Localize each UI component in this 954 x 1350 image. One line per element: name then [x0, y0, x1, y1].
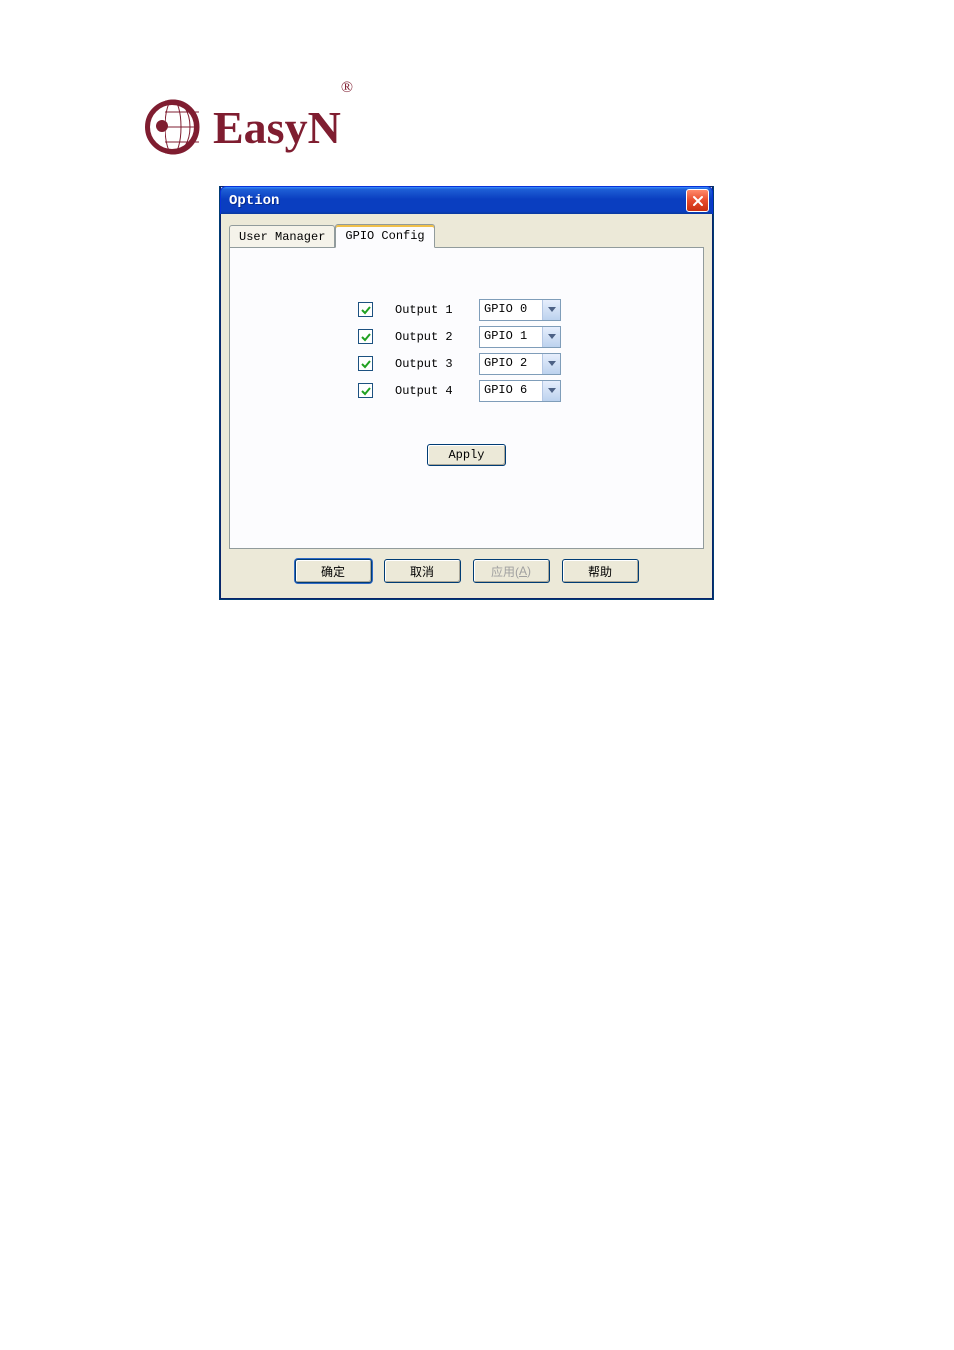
option-dialog: Option User Manager GPIO Config Ou	[219, 186, 714, 600]
cancel-button[interactable]: 取消	[384, 559, 461, 583]
window-title: Option	[229, 193, 279, 209]
check-icon	[361, 386, 371, 396]
chevron-down-icon	[542, 300, 560, 320]
ok-button[interactable]: 确定	[295, 559, 372, 583]
gpio-select-1-value: GPIO 0	[480, 300, 542, 320]
dialog-button-row: 确定 取消 应用(A) 帮助	[229, 549, 704, 585]
client-area: User Manager GPIO Config Output 1 GPIO 0	[220, 214, 713, 599]
gpio-row-3: Output 3 GPIO 2	[358, 350, 683, 377]
gpio-label-1: Output 1	[395, 303, 457, 317]
gpio-row-2: Output 2 GPIO 1	[358, 323, 683, 350]
tab-strip: User Manager GPIO Config	[229, 224, 704, 248]
close-icon	[692, 195, 704, 207]
gpio-select-4-value: GPIO 6	[480, 381, 542, 401]
gpio-select-3-value: GPIO 2	[480, 354, 542, 374]
gpio-apply-button[interactable]: Apply	[427, 444, 505, 466]
brand-logo-mark	[145, 100, 199, 154]
gpio-config-panel: Output 1 GPIO 0 Output 2 GPIO 1	[229, 247, 704, 549]
gpio-select-2-value: GPIO 1	[480, 327, 542, 347]
gpio-label-4: Output 4	[395, 384, 457, 398]
gpio-label-3: Output 3	[395, 357, 457, 371]
check-icon	[361, 305, 371, 315]
gpio-label-2: Output 2	[395, 330, 457, 344]
brand-logo: EasyN®	[145, 100, 353, 154]
gpio-rows: Output 1 GPIO 0 Output 2 GPIO 1	[358, 296, 683, 404]
brand-logo-text: EasyN®	[213, 101, 353, 154]
help-button[interactable]: 帮助	[562, 559, 639, 583]
gpio-row-4: Output 4 GPIO 6	[358, 377, 683, 404]
gpio-select-2[interactable]: GPIO 1	[479, 326, 561, 348]
check-icon	[361, 332, 371, 342]
check-icon	[361, 359, 371, 369]
gpio-select-4[interactable]: GPIO 6	[479, 380, 561, 402]
close-button[interactable]	[686, 189, 709, 212]
chevron-down-icon	[542, 354, 560, 374]
gpio-checkbox-4[interactable]	[358, 383, 373, 398]
gpio-select-1[interactable]: GPIO 0	[479, 299, 561, 321]
gpio-checkbox-2[interactable]	[358, 329, 373, 344]
tab-user-manager[interactable]: User Manager	[229, 225, 335, 249]
apply-button: 应用(A)	[473, 559, 550, 583]
page-root: EasyN® Option User Manager GPIO Config	[0, 0, 954, 1350]
tab-gpio-config[interactable]: GPIO Config	[335, 224, 434, 248]
gpio-row-1: Output 1 GPIO 0	[358, 296, 683, 323]
gpio-select-3[interactable]: GPIO 2	[479, 353, 561, 375]
globe-icon	[165, 98, 201, 156]
chevron-down-icon	[542, 327, 560, 347]
title-bar[interactable]: Option	[220, 186, 713, 214]
chevron-down-icon	[542, 381, 560, 401]
gpio-checkbox-3[interactable]	[358, 356, 373, 371]
gpio-checkbox-1[interactable]	[358, 302, 373, 317]
